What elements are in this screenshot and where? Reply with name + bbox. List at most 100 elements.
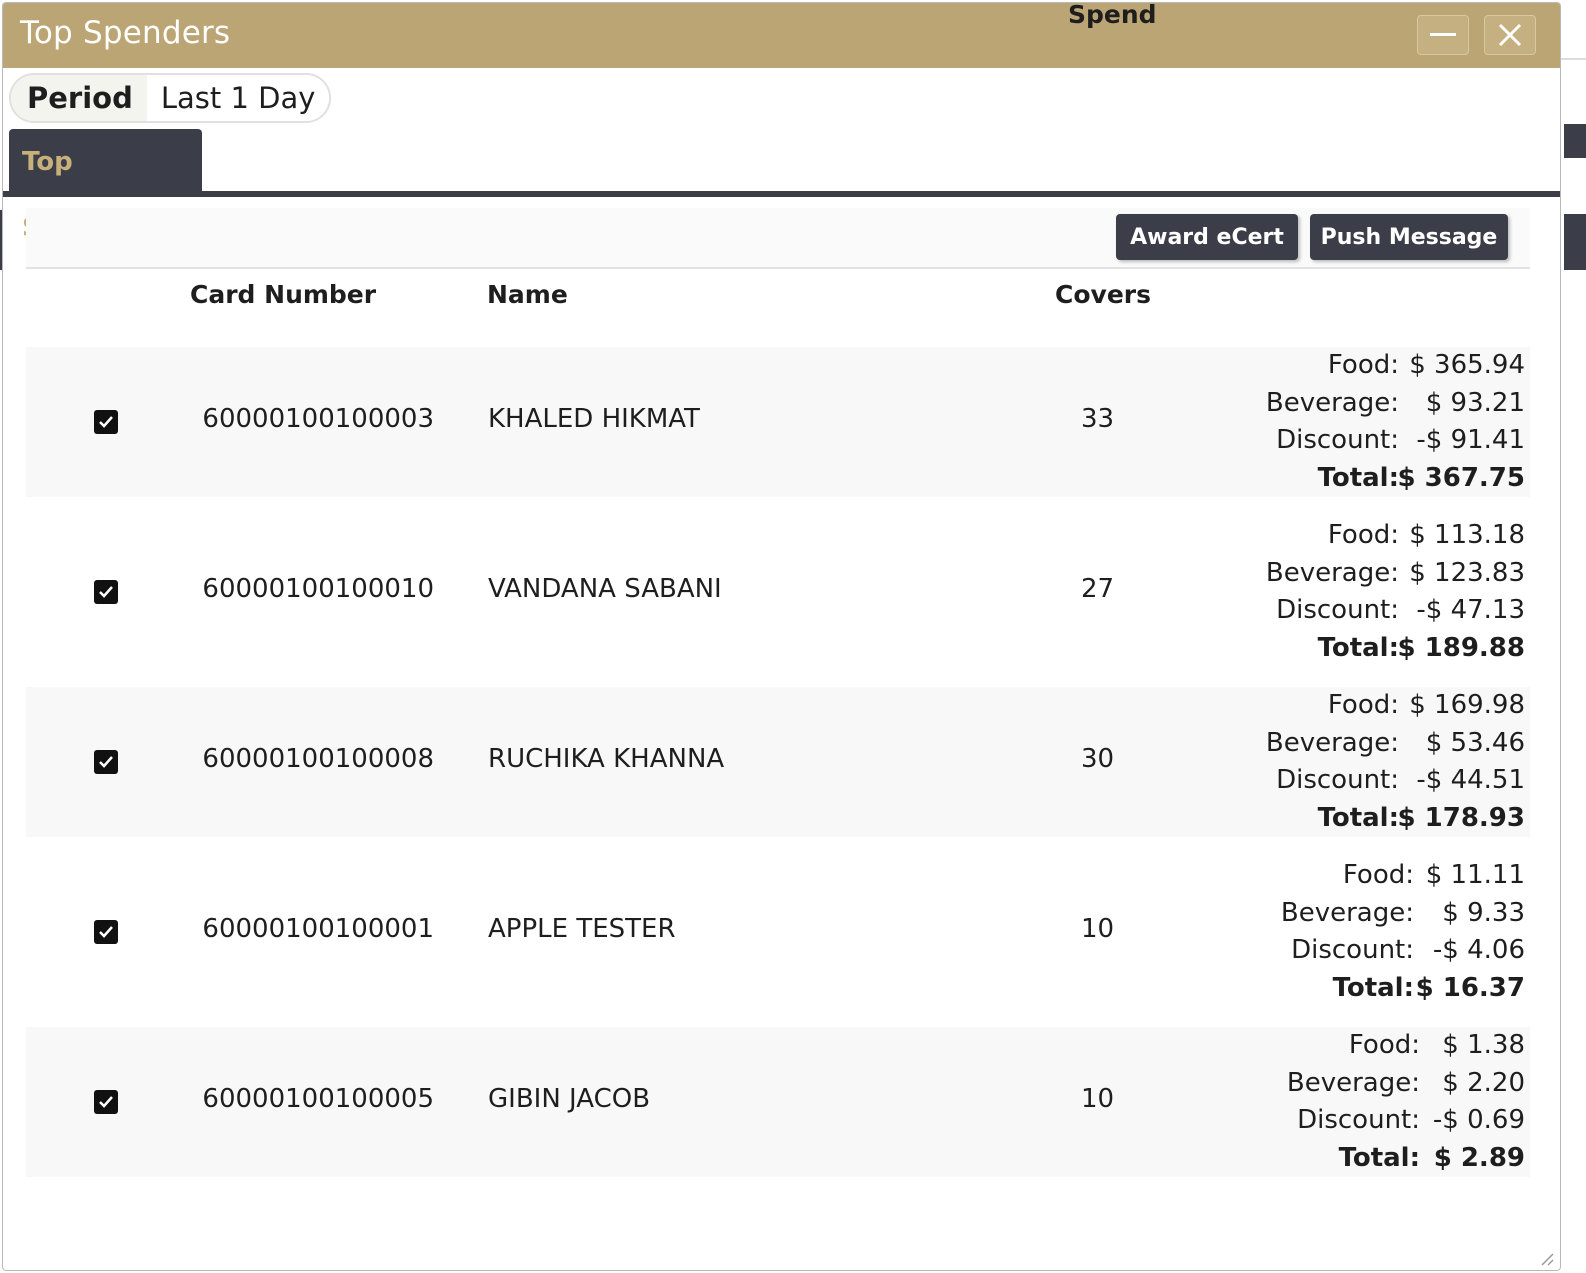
beverage-label: Beverage: xyxy=(1265,558,1399,588)
spend-total: Total: $ 367.75 xyxy=(1065,463,1525,500)
spend-discount: Discount: -$ 91.41 xyxy=(1065,425,1525,462)
toolbar: Award eCert Push Message xyxy=(26,208,1530,269)
card-number-cell: 60000100100008 xyxy=(202,744,434,774)
food-value: $ 11.11 xyxy=(1425,860,1525,890)
background-window-edge xyxy=(1560,0,1586,1273)
discount-label: Discount: xyxy=(1276,595,1399,625)
spend-discount: Discount: -$ 4.06 xyxy=(1065,935,1525,972)
spend-total: Total: $ 189.88 xyxy=(1065,633,1525,670)
discount-value: -$ 91.41 xyxy=(1416,425,1525,455)
push-message-button[interactable]: Push Message xyxy=(1310,214,1508,260)
table-row[interactable]: 60000100100008 RUCHIKA KHANNA 30 Food: $ … xyxy=(26,687,1530,837)
food-label: Food: xyxy=(1327,520,1399,550)
food-value: $ 365.94 xyxy=(1409,350,1525,380)
spend-beverage: Beverage: $ 2.20 xyxy=(1065,1068,1525,1105)
background-element xyxy=(1564,214,1586,270)
discount-value: -$ 44.51 xyxy=(1416,765,1525,795)
total-label: Total: xyxy=(1332,973,1414,1003)
total-label: Total: xyxy=(1338,1143,1420,1173)
column-header-covers[interactable]: Covers xyxy=(1055,280,1151,309)
total-value: $ 367.75 xyxy=(1397,463,1525,493)
beverage-label: Beverage: xyxy=(1280,898,1414,928)
table-row[interactable]: 60000100100010 VANDANA SABANI 27 Food: $ … xyxy=(26,517,1530,667)
discount-label: Discount: xyxy=(1276,765,1399,795)
discount-label: Discount: xyxy=(1291,935,1414,965)
spend-discount: Discount: -$ 47.13 xyxy=(1065,595,1525,632)
card-number-cell: 60000100100001 xyxy=(202,914,434,944)
beverage-value: $ 2.20 xyxy=(1442,1068,1525,1098)
total-label: Total: xyxy=(1317,633,1399,663)
food-value: $ 169.98 xyxy=(1409,690,1525,720)
table-row[interactable]: 60000100100005 GIBIN JACOB 10 Food: $ 1.3… xyxy=(26,1027,1530,1177)
period-selector[interactable]: Period Last 1 Day xyxy=(9,73,332,123)
beverage-value: $ 9.33 xyxy=(1442,898,1525,928)
discount-label: Discount: xyxy=(1297,1105,1420,1135)
checkmark-icon xyxy=(99,586,113,598)
spend-food: Food: $ 1.38 xyxy=(1065,1030,1525,1067)
checkmark-icon xyxy=(99,1096,113,1108)
column-header-spend[interactable]: Spend xyxy=(1068,0,1528,29)
checkmark-icon xyxy=(99,926,113,938)
food-label: Food: xyxy=(1342,860,1414,890)
spend-total: Total: $ 16.37 xyxy=(1065,973,1525,1010)
spend-total: Total: $ 178.93 xyxy=(1065,803,1525,840)
name-cell: APPLE TESTER xyxy=(488,914,676,944)
name-cell: RUCHIKA KHANNA xyxy=(488,744,725,774)
row-checkbox[interactable] xyxy=(94,1090,118,1114)
resize-grip-icon[interactable] xyxy=(1536,1248,1554,1266)
spend-food: Food: $ 113.18 xyxy=(1065,520,1525,557)
spend-food: Food: $ 11.11 xyxy=(1065,860,1525,897)
spend-discount: Discount: -$ 0.69 xyxy=(1065,1105,1525,1142)
name-cell: VANDANA SABANI xyxy=(488,574,722,604)
beverage-value: $ 93.21 xyxy=(1425,388,1525,418)
spend-beverage: Beverage: $ 123.83 xyxy=(1065,558,1525,595)
spend-discount: Discount: -$ 44.51 xyxy=(1065,765,1525,802)
total-label: Total: xyxy=(1317,803,1399,833)
beverage-label: Beverage: xyxy=(1265,728,1399,758)
period-value[interactable]: Last 1 Day xyxy=(146,75,330,121)
checkmark-icon xyxy=(99,416,113,428)
food-value: $ 113.18 xyxy=(1409,520,1525,550)
table-row[interactable]: 60000100100001 APPLE TESTER 10 Food: $ 11… xyxy=(26,857,1530,1007)
spend-beverage: Beverage: $ 93.21 xyxy=(1065,388,1525,425)
minimize-icon xyxy=(1430,33,1456,36)
discount-value: -$ 4.06 xyxy=(1432,935,1525,965)
card-number-cell: 60000100100005 xyxy=(202,1084,434,1114)
food-value: $ 1.38 xyxy=(1442,1030,1525,1060)
total-label: Total: xyxy=(1317,463,1399,493)
spend-food: Food: $ 365.94 xyxy=(1065,350,1525,387)
total-value: $ 2.89 xyxy=(1433,1143,1525,1173)
food-label: Food: xyxy=(1327,690,1399,720)
row-checkbox[interactable] xyxy=(94,750,118,774)
spend-total: Total: $ 2.89 xyxy=(1065,1143,1525,1180)
background-element xyxy=(1564,124,1586,158)
discount-value: -$ 47.13 xyxy=(1416,595,1525,625)
award-ecert-button[interactable]: Award eCert xyxy=(1116,214,1298,260)
period-label: Period xyxy=(11,75,147,121)
checkmark-icon xyxy=(99,756,113,768)
name-cell: KHALED HIKMAT xyxy=(488,404,700,434)
discount-label: Discount: xyxy=(1276,425,1399,455)
spend-beverage: Beverage: $ 9.33 xyxy=(1065,898,1525,935)
name-cell: GIBIN JACOB xyxy=(488,1084,651,1114)
table-row[interactable]: 60000100100003 KHALED HIKMAT 33 Food: $ 3… xyxy=(26,347,1530,497)
background-divider xyxy=(1560,58,1586,60)
beverage-value: $ 53.46 xyxy=(1425,728,1525,758)
total-value: $ 189.88 xyxy=(1397,633,1525,663)
total-value: $ 178.93 xyxy=(1397,803,1525,833)
spend-beverage: Beverage: $ 53.46 xyxy=(1065,728,1525,765)
beverage-label: Beverage: xyxy=(1286,1068,1420,1098)
tab-top-spenders[interactable]: Top Spenders xyxy=(9,129,202,243)
tab-underline xyxy=(3,191,1560,197)
column-header-name[interactable]: Name xyxy=(487,280,568,309)
beverage-label: Beverage: xyxy=(1265,388,1399,418)
total-value: $ 16.37 xyxy=(1415,973,1525,1003)
dialog-title: Top Spenders xyxy=(20,15,231,51)
row-checkbox[interactable] xyxy=(94,410,118,434)
row-checkbox[interactable] xyxy=(94,580,118,604)
spend-food: Food: $ 169.98 xyxy=(1065,690,1525,727)
beverage-value: $ 123.83 xyxy=(1409,558,1525,588)
column-header-card-number[interactable]: Card Number xyxy=(190,280,376,309)
food-label: Food: xyxy=(1348,1030,1420,1060)
row-checkbox[interactable] xyxy=(94,920,118,944)
